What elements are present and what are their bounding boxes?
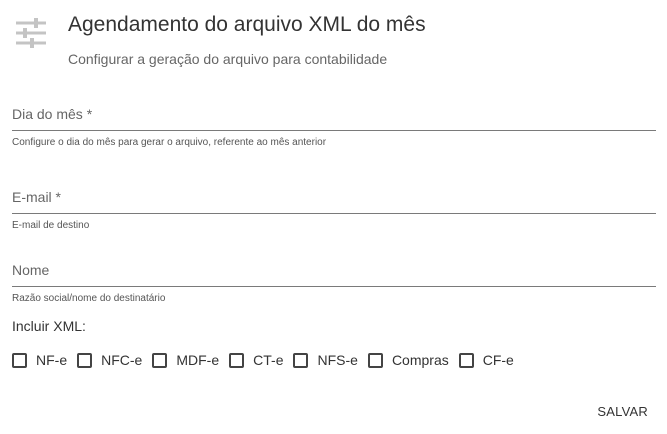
checkbox-label: MDF-e [176, 352, 220, 368]
email-hint: E-mail de destino [12, 220, 90, 231]
checkbox-label: CF-e [482, 352, 514, 368]
checkbox-cfe[interactable]: CF-e [458, 352, 514, 368]
email-input[interactable] [12, 180, 656, 214]
checkbox-compras[interactable]: Compras [367, 352, 449, 368]
xml-checkbox-group: NF-e NFC-e MDF-e CT-e NFS-e Compras CF-e [12, 351, 524, 369]
checkbox-mdfe[interactable]: MDF-e [152, 352, 219, 368]
page: Agendamento do arquivo XML do mês Config… [0, 0, 667, 434]
name-input[interactable] [12, 253, 656, 287]
sliders-icon [16, 18, 46, 48]
name-field: Razão social/nome do destinatário [12, 253, 656, 304]
checkbox-label: CT-e [253, 352, 284, 368]
page-title: Agendamento do arquivo XML do mês [68, 13, 426, 36]
checkbox-label: NFC-e [101, 352, 143, 368]
checkbox-box[interactable] [367, 352, 383, 368]
checkbox-label: NF-e [36, 352, 68, 368]
include-xml-label: Incluir XML: [12, 318, 86, 334]
checkbox-label: Compras [391, 352, 449, 368]
checkbox-nfe[interactable]: NF-e [12, 352, 67, 368]
checkbox-nfse[interactable]: NFS-e [293, 352, 358, 368]
checkbox-box[interactable] [458, 352, 474, 368]
day-of-month-hint: Configure o dia do mês para gerar o arqu… [12, 137, 327, 148]
email-field: E-mail de destino [12, 180, 656, 231]
name-hint: Razão social/nome do destinatário [12, 293, 166, 304]
page-subtitle: Configurar a geração do arquivo para con… [68, 51, 388, 67]
save-button[interactable]: SALVAR [597, 404, 648, 419]
checkbox-nfce[interactable]: NFC-e [77, 352, 142, 368]
checkbox-cte[interactable]: CT-e [229, 352, 283, 368]
checkbox-label: NFS-e [317, 352, 358, 368]
day-of-month-input[interactable] [12, 97, 656, 131]
checkbox-box[interactable] [152, 352, 168, 368]
checkbox-box[interactable] [293, 352, 309, 368]
checkbox-box[interactable] [229, 352, 245, 368]
checkbox-box[interactable] [12, 352, 27, 368]
checkbox-box[interactable] [77, 352, 93, 368]
day-of-month-field: Configure o dia do mês para gerar o arqu… [12, 97, 656, 148]
